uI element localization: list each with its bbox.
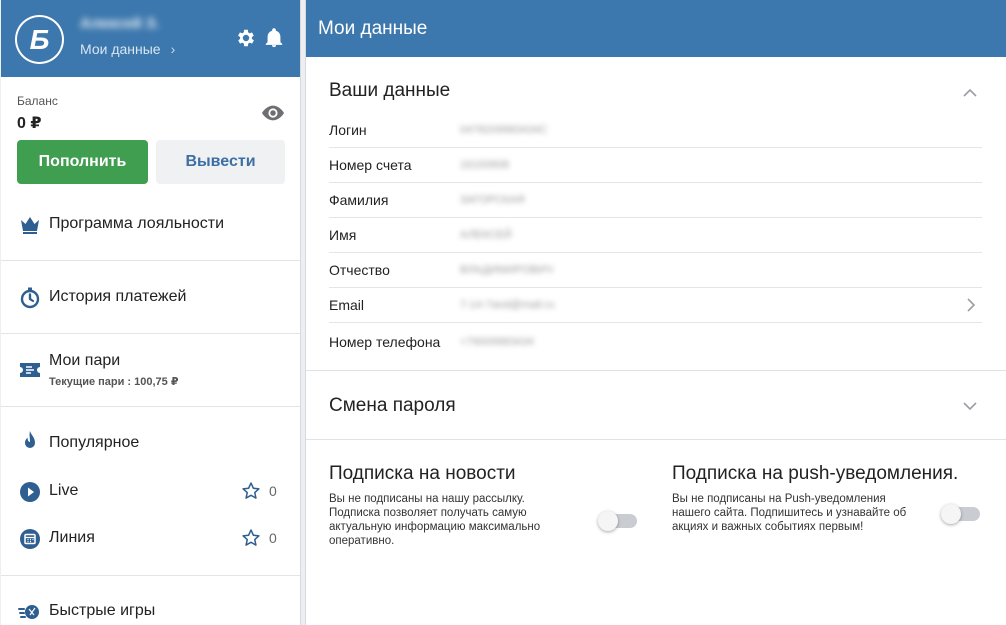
balance-value: 0 ₽ [17, 115, 42, 132]
sidebar-item-label: История платежей [49, 288, 187, 305]
field-label: Логин [329, 122, 367, 138]
sidebar: Б Алексей З. Мои данные › Баланс 0 ₽ Поп… [1, 0, 301, 625]
field-row-patronymic: Отчество ВЛАДИМИРОВИЧ [329, 253, 982, 288]
sidebar-item-label: Популярное [49, 434, 140, 451]
chevron-right-icon: › [170, 41, 176, 57]
brand-logo-letter: Б [17, 17, 62, 62]
bell-icon[interactable] [263, 27, 285, 49]
star-icon [242, 482, 260, 499]
calendar-icon [20, 529, 40, 549]
sidebar-item-line[interactable]: Линия 0 [1, 521, 300, 557]
your-data-title[interactable]: Ваши данные [329, 80, 450, 102]
live-favorites[interactable]: 0 [241, 481, 277, 501]
play-icon [20, 482, 40, 502]
stopwatch-icon [20, 287, 40, 309]
news-subscription-title: Подписка на новости [329, 463, 516, 484]
divider [1, 333, 300, 334]
live-favorites-count: 0 [269, 483, 277, 499]
gear-icon[interactable] [235, 27, 257, 49]
field-value: 16193908 [460, 159, 509, 171]
section-divider [306, 370, 1006, 371]
balance-block: Баланс 0 ₽ Пополнить Вывести [1, 77, 300, 195]
field-value: АЛЕКСЕЙ [460, 229, 512, 241]
sidebar-item-label: Быстрые игры [49, 602, 156, 619]
field-value: ЗАГОРСКАЯ [460, 194, 525, 206]
profile-header: Б Алексей З. Мои данные › [1, 0, 300, 77]
crown-icon [21, 217, 39, 234]
chevron-up-icon[interactable] [963, 88, 977, 97]
sidebar-item-my-bets[interactable]: Мои пари Текущие пари : 100,75 ₽ [1, 346, 300, 396]
main-panel: Мои данные Ваши данные Логин 04782099834… [305, 0, 1006, 625]
toggle-knob [598, 511, 618, 531]
sidebar-item-label: Программа лояльности [49, 215, 225, 232]
withdraw-button[interactable]: Вывести [156, 140, 285, 184]
chevron-right-icon[interactable] [967, 298, 976, 312]
field-row-surname: Фамилия ЗАГОРСКАЯ [329, 183, 982, 218]
field-row-first-name: Имя АЛЕКСЕЙ [329, 218, 982, 253]
field-label: Номер счета [329, 157, 412, 173]
field-value: +79009983434 [460, 335, 534, 348]
balance-label: Баланс [17, 94, 58, 108]
sidebar-item-loyalty[interactable]: Программа лояльности [1, 207, 300, 243]
field-value: 0478209983434C [460, 124, 548, 136]
sidebar-item-label: Live [49, 482, 79, 499]
field-label: Отчество [329, 262, 390, 278]
brand-logo[interactable]: Б [15, 15, 64, 64]
field-label: Номер телефона [329, 333, 441, 350]
star-icon [242, 529, 260, 546]
field-row-login: Логин 0478209983434C [329, 113, 982, 148]
divider [1, 260, 300, 261]
my-data-link[interactable]: Мои данные › [80, 41, 175, 57]
user-name: Алексей З. [80, 15, 160, 32]
field-label: Email [329, 297, 365, 313]
sidebar-item-label: Мои пари [49, 352, 121, 369]
push-subscription-toggle[interactable] [941, 504, 980, 524]
field-value: 7-14-7and@mail.ru [460, 299, 555, 311]
field-row-phone: Номер телефона +79009983434 [329, 324, 982, 359]
speed-ball-icon [18, 605, 39, 619]
field-row-account-number: Номер счета 16193908 [329, 148, 982, 183]
page-title: Мои данные [306, 0, 1006, 57]
news-subscription-toggle[interactable] [598, 511, 637, 531]
field-label: Фамилия [329, 192, 389, 208]
chevron-down-icon[interactable] [963, 402, 977, 411]
my-data-link-label: Мои данные [80, 41, 161, 57]
flame-icon [25, 431, 35, 448]
divider [1, 406, 300, 407]
password-change-title[interactable]: Смена пароля [329, 395, 456, 417]
push-subscription-description: Вы не подписаны на Push-уведомления наше… [672, 493, 907, 533]
field-value: ВЛАДИМИРОВИЧ [460, 264, 553, 276]
eye-icon[interactable] [262, 105, 284, 121]
sidebar-item-label: Линия [49, 529, 95, 546]
section-divider [306, 439, 1006, 440]
current-bets-amount: Текущие пари : 100,75 ₽ [49, 376, 179, 388]
line-favorites-count: 0 [269, 530, 277, 546]
deposit-button[interactable]: Пополнить [17, 140, 148, 184]
push-subscription-title: Подписка на push-уведомления. [672, 463, 959, 484]
sidebar-item-live[interactable]: Live 0 [1, 474, 300, 510]
ticket-icon [20, 363, 40, 377]
line-favorites[interactable]: 0 [241, 528, 277, 548]
field-row-email[interactable]: Email 7-14-7and@mail.ru [329, 288, 982, 323]
field-label: Имя [329, 227, 357, 243]
news-subscription-description: Вы не подписаны на нашу рассылку. Подпис… [329, 493, 541, 547]
sidebar-item-popular[interactable]: Популярное [1, 426, 300, 462]
toggle-knob [941, 504, 961, 524]
sidebar-item-payments[interactable]: История платежей [1, 280, 300, 316]
sidebar-item-quick-games[interactable]: Быстрые игры [1, 596, 300, 625]
divider [1, 575, 300, 576]
